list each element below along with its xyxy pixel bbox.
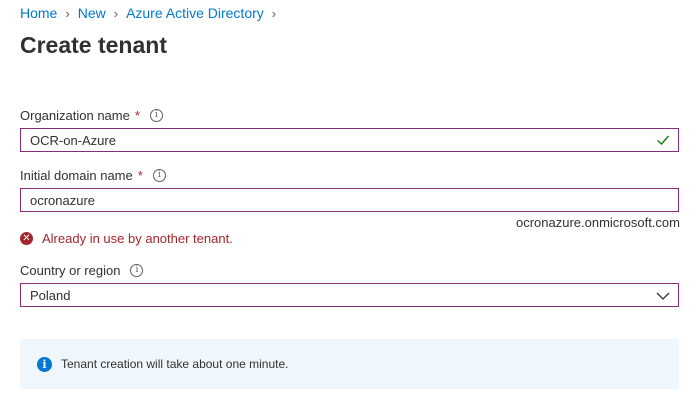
info-icon[interactable]: i <box>149 109 163 122</box>
domain-name-label-text: Initial domain name <box>20 168 133 183</box>
required-marker: * <box>137 168 143 183</box>
info-icon[interactable]: i <box>152 169 166 182</box>
domain-error-message: ✕ Already in use by another tenant. <box>20 231 233 246</box>
chevron-right-icon: › <box>113 5 119 21</box>
breadcrumb-aad-link[interactable]: Azure Active Directory <box>126 5 264 21</box>
org-name-value: OCR-on-Azure <box>30 132 116 148</box>
domain-name-value: ocronazure <box>30 192 96 208</box>
country-select[interactable]: Poland <box>20 283 679 307</box>
country-value: Poland <box>30 287 71 303</box>
info-icon: i <box>37 356 52 372</box>
notice-text: Tenant creation will take about one minu… <box>61 357 289 371</box>
domain-suffix: ocronazure.onmicrosoft.com <box>515 215 680 230</box>
domain-name-field[interactable]: ocronazure <box>20 188 679 212</box>
error-icon: ✕ <box>20 232 33 245</box>
chevron-right-icon: › <box>271 5 277 21</box>
breadcrumb-new-link[interactable]: New <box>78 5 106 21</box>
page-title: Create tenant <box>20 32 167 58</box>
country-label: Country or region i <box>20 263 144 278</box>
chevron-down-icon[interactable] <box>656 289 670 303</box>
required-marker: * <box>134 108 140 123</box>
info-notice: i Tenant creation will take about one mi… <box>20 339 679 389</box>
chevron-right-icon: › <box>65 5 70 21</box>
checkmark-icon <box>657 135 670 145</box>
org-name-field[interactable]: OCR-on-Azure <box>20 128 679 152</box>
org-name-label: Organization name * i <box>20 108 163 123</box>
country-label-text: Country or region <box>20 263 121 278</box>
domain-name-label: Initial domain name * i <box>20 168 166 183</box>
breadcrumb-home-link[interactable]: Home <box>20 5 57 21</box>
domain-error-text: Already in use by another tenant. <box>42 231 233 246</box>
breadcrumb: Home › New › Azure Active Directory › <box>20 5 284 21</box>
info-icon[interactable]: i <box>130 264 144 277</box>
org-name-label-text: Organization name <box>20 108 130 123</box>
